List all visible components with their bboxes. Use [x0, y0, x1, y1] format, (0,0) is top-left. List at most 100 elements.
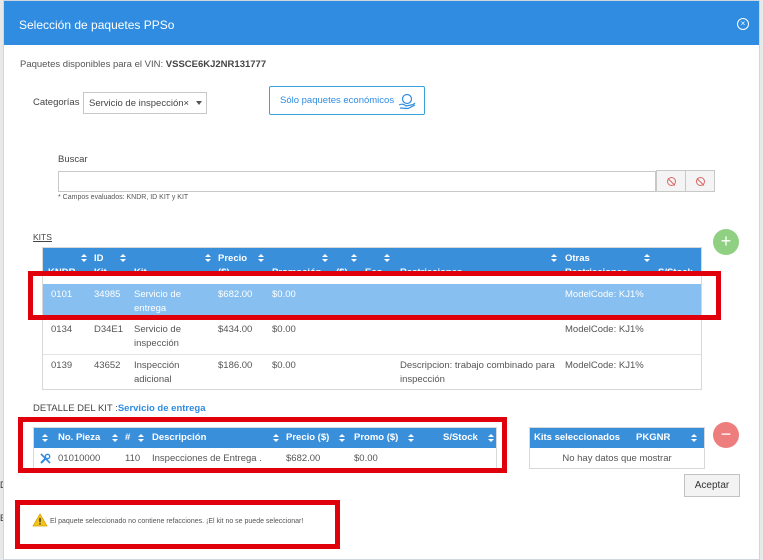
promo-cell: $0.00 — [272, 360, 296, 371]
clear-icon — [667, 177, 676, 186]
kit-detail-header: No. Pieza # Descripción Precio ($) Promo… — [34, 428, 496, 448]
price-cell: $682.00 — [286, 453, 321, 464]
column-header[interactable]: ID Kit — [94, 252, 114, 275]
other-restrictions-cell: ModelCode: KJ1% — [565, 360, 644, 371]
table-row[interactable]: 0101 34985 Servicio de entrega $682.00 $… — [43, 284, 701, 318]
kits-table-header: KNDR ID Kit Kit Precio ($) Promoción ($)… — [43, 248, 701, 275]
column-header[interactable]: # — [125, 432, 130, 443]
clear-search-button[interactable] — [656, 170, 686, 192]
price-cell: $434.00 — [218, 324, 253, 335]
column-header[interactable]: KNDR — [48, 266, 75, 275]
warning-message: El paquete seleccionado no contiene refa… — [32, 513, 303, 527]
kndr-cell: 0134 — [51, 324, 73, 335]
search-hint: * Campos evaluados: KNDR, ID KIT y KIT — [58, 194, 189, 201]
price-cell: $186.00 — [218, 360, 253, 371]
column-header[interactable]: Promoción — [272, 266, 322, 275]
promo-cell: $0.00 — [272, 289, 296, 300]
vin-label-text: Paquetes disponibles para el VIN: — [20, 59, 164, 70]
price-cell: $682.00 — [218, 289, 253, 300]
sort-icon — [112, 434, 118, 442]
sort-icon — [322, 254, 328, 262]
modal-header: Selección de paquetes PPSo × — [4, 1, 759, 45]
column-header[interactable]: S/Stock — [658, 266, 693, 275]
kits-label: KITS — [33, 232, 52, 242]
table-row[interactable]: 0139 43652 Inspección adicional $186.00 … — [43, 355, 701, 389]
sort-icon — [351, 254, 357, 262]
column-header[interactable]: Otras Restricciones — [565, 252, 635, 275]
promo-cell: $0.00 — [354, 453, 378, 464]
remove-kit-button[interactable]: − — [713, 422, 739, 448]
sort-icon — [691, 434, 697, 442]
sort-icon — [384, 254, 390, 262]
wrench-icon[interactable] — [40, 453, 51, 464]
selected-kits-header: Kits seleccionados PKGNR — [530, 428, 704, 448]
kndr-cell: 0101 — [51, 289, 73, 300]
modal-title: Selección de paquetes PPSo — [19, 18, 175, 32]
column-header[interactable]: Precio ($) — [218, 252, 248, 275]
kit-cell: Inspección adicional — [134, 360, 180, 385]
sort-icon — [42, 434, 48, 442]
id-kit-cell: D34E1 — [94, 324, 124, 335]
id-kit-cell: 43652 — [94, 360, 121, 371]
close-icon[interactable]: × — [737, 18, 749, 30]
add-kit-button[interactable]: + — [713, 229, 739, 255]
quantity-cell: 110 — [125, 453, 141, 464]
search-label: Buscar — [58, 154, 88, 165]
promo-cell: $0.00 — [272, 324, 296, 335]
column-header[interactable]: Kits seleccionados — [534, 432, 620, 443]
kit-detail-label: DETALLE DEL KIT :Servicio de entrega — [33, 403, 205, 414]
sort-icon — [205, 254, 211, 262]
sort-icon — [120, 254, 126, 262]
column-header[interactable]: Precio ($) — [286, 432, 329, 443]
restrictions-cell: Descripcion: trabajo combinado para insp… — [400, 360, 555, 385]
kit-cell: Servicio de entrega — [134, 289, 181, 314]
sort-icon — [138, 434, 144, 442]
kit-detail-name: Servicio de entrega — [117, 403, 206, 414]
other-restrictions-cell: ModelCode: KJ1% — [565, 289, 644, 300]
empty-message: No hay datos que mostrar — [562, 453, 672, 464]
vin-label: Paquetes disponibles para el VIN: VSSCE6… — [20, 59, 266, 70]
table-row[interactable]: 01010000 110 Inspecciones de Entrega . $… — [34, 449, 496, 469]
category-label: Categorías — [33, 97, 80, 108]
column-header[interactable]: Kit — [134, 266, 147, 275]
sort-icon — [258, 254, 264, 262]
vin-value: VSSCE6KJ2NR131777 — [165, 59, 267, 70]
column-header[interactable]: Restricciones — [400, 266, 462, 275]
apply-search-button[interactable] — [685, 170, 715, 192]
kit-detail-label-text: DETALLE DEL KIT : — [33, 403, 118, 414]
kit-detail-table: No. Pieza # Descripción Precio ($) Promo… — [33, 427, 497, 469]
id-kit-cell: 34985 — [94, 289, 121, 300]
sort-icon — [488, 434, 494, 442]
part-number-cell: 01010000 — [58, 453, 101, 464]
sort-icon — [81, 254, 87, 262]
column-header[interactable]: No. Pieza — [58, 432, 100, 443]
selected-kits-table: Kits seleccionados PKGNR No hay datos qu… — [529, 427, 705, 469]
other-restrictions-cell: ModelCode: KJ1% — [565, 324, 644, 335]
apply-icon — [696, 177, 705, 186]
column-header[interactable]: S/Stock — [443, 432, 478, 443]
accept-button[interactable]: Aceptar — [684, 474, 740, 497]
column-header[interactable]: ($) — [336, 266, 348, 275]
money-hand-icon — [398, 93, 416, 110]
sort-icon — [644, 254, 650, 262]
category-select-value: Servicio de inspección× — [89, 98, 190, 109]
column-header[interactable]: Descripción — [152, 432, 206, 443]
economic-packages-button[interactable]: Sólo paquetes económicos — [269, 86, 425, 115]
kit-cell: Servicio de inspección — [134, 324, 181, 349]
chevron-down-icon — [196, 101, 202, 105]
warning-icon — [32, 513, 48, 527]
kndr-cell: 0139 — [51, 360, 73, 371]
category-select[interactable]: Servicio de inspección× — [83, 92, 207, 114]
economic-packages-label: Sólo paquetes económicos — [280, 95, 395, 106]
sort-icon — [408, 434, 414, 442]
sort-icon — [273, 434, 279, 442]
column-header[interactable]: Promo ($) — [354, 432, 398, 443]
column-header[interactable]: PKGNR — [636, 432, 670, 443]
column-header[interactable]: Eco — [365, 266, 382, 275]
warning-text: El paquete seleccionado no contiene refa… — [49, 518, 304, 525]
sort-icon — [339, 434, 345, 442]
description-cell: Inspecciones de Entrega . — [152, 453, 262, 464]
sort-icon — [551, 254, 557, 262]
table-row[interactable]: 0134 D34E1 Servicio de inspección $434.0… — [43, 319, 701, 355]
search-input[interactable] — [58, 171, 656, 192]
